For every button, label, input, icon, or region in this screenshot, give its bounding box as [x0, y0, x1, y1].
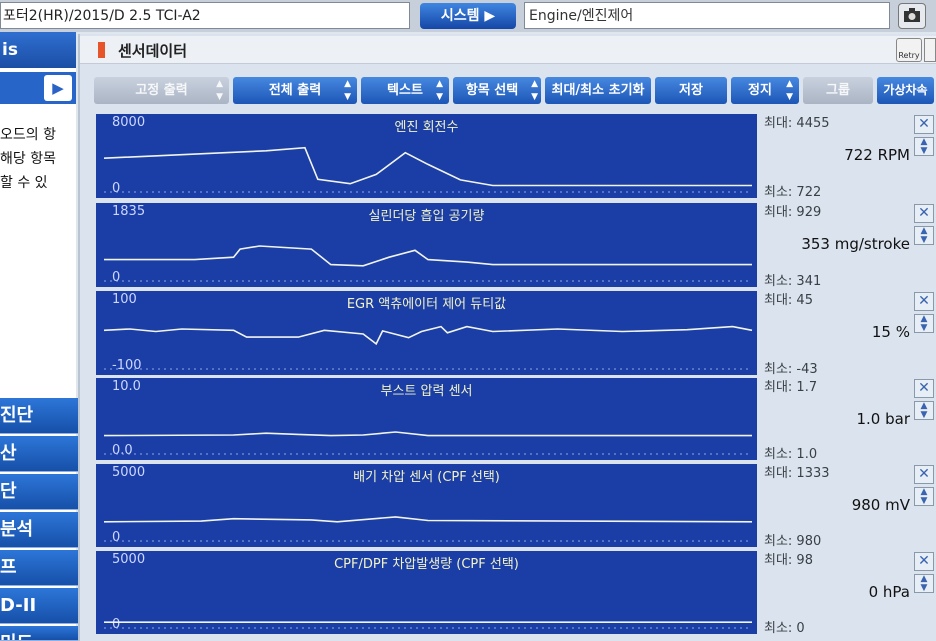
system-button[interactable]: 시스템 ▶: [420, 3, 516, 29]
sensor-max-value: 최대: 1333: [764, 466, 830, 481]
camera-icon[interactable]: [898, 3, 926, 29]
reorder-icon[interactable]: ▲ ▼: [914, 226, 934, 245]
sensor-trace-line: [103, 325, 753, 346]
sensor-current-value: 722 RPM: [844, 146, 910, 164]
sidebar-menu-item[interactable]: 산: [0, 436, 82, 472]
sensor-min-value: 최소: -43: [764, 362, 818, 377]
sensor-trace-svg: [103, 146, 752, 193]
remove-sensor-icon[interactable]: ✕: [914, 115, 934, 134]
fixed-output-button[interactable]: 고정 출력 ▲ ▼: [94, 77, 229, 104]
sensor-current-value: 353 mg/stroke: [801, 235, 910, 253]
vehicle-info-field[interactable]: 포터2(HR)/2015/D 2.5 TCI-A2: [0, 2, 410, 29]
sensor-min-value: 최소: 0: [764, 621, 805, 636]
sensor-trace-line: [103, 431, 752, 437]
sensor-trace-svg: [104, 245, 752, 282]
sidebar-title: is: [0, 32, 76, 68]
remove-sensor-icon[interactable]: ✕: [914, 552, 934, 571]
sensor-min-value: 최소: 1.0: [764, 447, 818, 462]
sensor-current-value: 980 mV: [851, 496, 910, 514]
sensor-max-value: 최대: 929: [764, 205, 822, 220]
sensor-trace-line: [104, 245, 752, 267]
sensor-min-value: 최소: 722: [764, 185, 822, 200]
reorder-icon[interactable]: ▲ ▼: [914, 574, 934, 593]
sensor-current-value: 15 %: [871, 323, 910, 341]
sensor-min-value: 최소: 341: [764, 274, 822, 289]
sensor-max-value: 최대: 1.7: [764, 380, 818, 395]
up-down-icon: ▲ ▼: [216, 79, 223, 102]
sidebar-help-line: 할 수 있: [0, 175, 48, 191]
remove-sensor-icon[interactable]: ✕: [914, 292, 934, 311]
remove-sensor-icon[interactable]: ✕: [914, 465, 934, 484]
sensor-trace-line: [103, 516, 753, 523]
up-down-icon: ▲ ▼: [344, 79, 351, 102]
sensor-max-value: 최대: 45: [764, 293, 813, 308]
sensor-trace-svg: [103, 325, 753, 370]
save-button[interactable]: 저장: [655, 77, 727, 104]
sidebar-help-line: 해당 항목: [0, 151, 56, 167]
text-label: 텍스트: [387, 83, 423, 98]
sensor-trace-svg: [103, 516, 753, 542]
remove-sensor-icon[interactable]: ✕: [914, 379, 934, 398]
item-select-label: 항목 선택: [465, 83, 519, 98]
sidebar-menu-item[interactable]: D-II: [0, 588, 82, 624]
sensor-trace-svg: [103, 431, 752, 455]
reorder-icon[interactable]: ▲ ▼: [914, 487, 934, 506]
stop-button[interactable]: 정지 ▲ ▼: [731, 77, 799, 104]
reorder-icon[interactable]: ▲ ▼: [914, 314, 934, 333]
sidebar-menu-item[interactable]: 분석: [0, 512, 82, 548]
item-select-button[interactable]: 항목 선택 ▲ ▼: [453, 77, 541, 104]
sensor-max-value: 최대: 4455: [764, 116, 830, 131]
all-output-button[interactable]: 전체 출력 ▲ ▼: [233, 77, 357, 104]
text-button[interactable]: 텍스트 ▲ ▼: [361, 77, 449, 104]
remove-sensor-icon[interactable]: ✕: [914, 204, 934, 223]
system-value-field[interactable]: Engine/엔진제어: [524, 2, 890, 29]
up-down-icon: ▲ ▼: [786, 79, 793, 102]
reorder-icon[interactable]: ▲ ▼: [914, 401, 934, 420]
retry-button[interactable]: Retry: [896, 38, 922, 62]
panel-title: 센서데이터: [118, 42, 188, 60]
sensor-trace-line: [103, 146, 752, 187]
minmax-reset-button[interactable]: 최대/최소 초기화: [545, 77, 651, 104]
sensor-trace-svg: [104, 621, 752, 629]
stop-label: 정지: [748, 83, 772, 98]
fixed-output-label: 고정 출력: [135, 83, 188, 98]
up-down-icon: ▲ ▼: [531, 79, 538, 102]
sensor-max-value: 최대: 98: [764, 553, 813, 568]
system-button-label: 시스템: [440, 8, 480, 24]
sidebar-help-line: 오드의 항: [0, 127, 56, 143]
sensor-current-value: 1.0 bar: [856, 410, 910, 428]
sidebar-expand-icon[interactable]: ▶: [44, 75, 72, 101]
sensor-current-value: 0 hPa: [868, 583, 910, 601]
panel-header: [80, 36, 936, 64]
virtual-speed-button[interactable]: 가상차속: [877, 77, 934, 104]
up-down-icon: ▲ ▼: [436, 79, 443, 102]
sidebar-menu-item[interactable]: 진단: [0, 398, 82, 434]
reorder-icon[interactable]: ▲ ▼: [914, 137, 934, 156]
sensor-min-value: 최소: 980: [764, 534, 822, 549]
group-button[interactable]: 그룹: [803, 77, 873, 104]
play-arrow-icon: ▶: [484, 8, 496, 24]
panel-marker: [98, 42, 105, 58]
sidebar-menu-item[interactable]: 프: [0, 550, 82, 586]
all-output-label: 전체 출력: [268, 83, 322, 98]
sidebar-menu-item[interactable]: 미드: [0, 626, 82, 641]
sidebar-menu-item[interactable]: 단: [0, 474, 82, 510]
panel-close-button[interactable]: [924, 38, 936, 62]
